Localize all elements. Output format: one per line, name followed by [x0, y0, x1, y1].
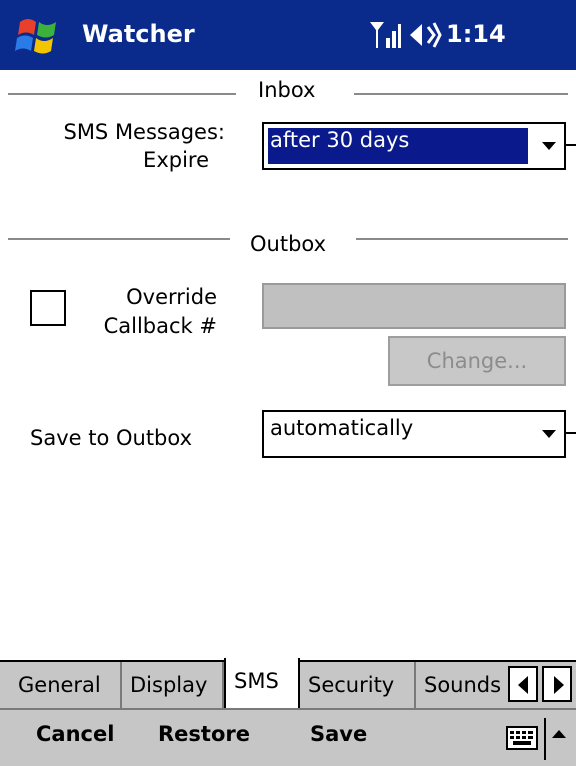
title-bar: Watcher 1:14: [0, 0, 576, 70]
expire-dropdown[interactable]: after 30 days: [262, 122, 576, 170]
callback-number-input[interactable]: [262, 283, 566, 329]
save-selected-value: automatically: [270, 416, 414, 440]
tab-general[interactable]: General: [10, 662, 122, 710]
override-label-line1: Override: [126, 285, 217, 309]
keyboard-icon[interactable]: [506, 726, 538, 750]
sms-expire-label-line2: Expire: [143, 148, 209, 172]
chevron-up-icon[interactable]: [552, 730, 566, 738]
tab-scroll-right-button[interactable]: [542, 666, 572, 702]
signal-icon[interactable]: [368, 18, 402, 52]
save-button[interactable]: Save: [310, 722, 367, 746]
chevron-down-icon[interactable]: [542, 430, 556, 438]
menu-bar: Cancel Restore Save: [0, 708, 576, 766]
change-button[interactable]: Change...: [388, 336, 566, 386]
restore-button[interactable]: Restore: [158, 722, 250, 746]
app-title: Watcher: [82, 20, 195, 48]
tab-strip: General Display SMS Security Sounds: [0, 658, 576, 710]
tab-sounds[interactable]: Sounds: [416, 662, 508, 710]
sms-expire-label-line1: SMS Messages:: [63, 120, 225, 144]
tab-display[interactable]: Display: [122, 662, 224, 710]
outbox-divider-left: [8, 238, 230, 240]
outbox-section-label: Outbox: [250, 232, 327, 256]
inbox-divider-right: [354, 93, 568, 95]
cancel-button[interactable]: Cancel: [36, 722, 114, 746]
dropdown-edge-tick: [566, 144, 576, 146]
inbox-divider-left: [8, 93, 236, 95]
clock[interactable]: 1:14: [446, 20, 506, 48]
tab-scroll-left-button[interactable]: [508, 666, 538, 702]
save-to-outbox-label: Save to Outbox: [30, 426, 193, 450]
override-label-line2: Callback #: [103, 314, 217, 338]
chevron-down-icon[interactable]: [542, 142, 556, 150]
tab-security[interactable]: Security: [300, 662, 416, 710]
outbox-divider-right: [356, 238, 568, 240]
arrow-left-icon: [518, 676, 528, 694]
arrow-right-icon: [554, 676, 564, 694]
inbox-section-label: Inbox: [258, 78, 316, 102]
expire-selected-value: after 30 days: [268, 128, 528, 164]
sip-separator: [544, 718, 546, 760]
dropdown-edge-tick: [566, 432, 576, 434]
windows-flag-icon[interactable]: [8, 8, 68, 64]
tab-sms[interactable]: SMS: [224, 658, 300, 710]
override-callback-checkbox[interactable]: [30, 290, 66, 326]
speaker-icon[interactable]: [408, 18, 442, 52]
save-to-outbox-dropdown[interactable]: automatically: [262, 410, 576, 458]
